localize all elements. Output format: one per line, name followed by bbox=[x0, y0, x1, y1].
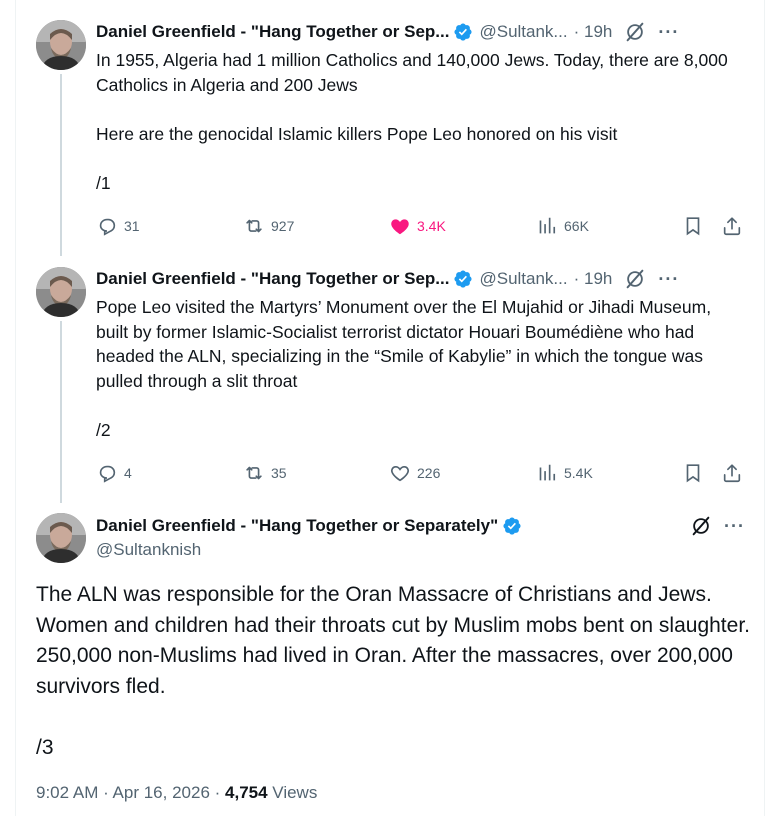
share-icon bbox=[723, 464, 741, 483]
repost-count: 927 bbox=[271, 218, 295, 234]
bookmark-icon bbox=[686, 217, 700, 236]
author-name[interactable]: Daniel Greenfield - "Hang Together or Se… bbox=[96, 22, 449, 42]
grok-icon[interactable] bbox=[624, 268, 646, 290]
heart-icon bbox=[391, 219, 409, 235]
tweet-timestamp[interactable]: 9:02 AM · Apr 16, 2026 · bbox=[36, 783, 225, 802]
avatar[interactable] bbox=[36, 267, 86, 317]
tweet-text: Pope Leo visited the Martyrs’ Monument o… bbox=[96, 297, 712, 440]
grok-icon[interactable] bbox=[624, 21, 646, 43]
tweet-time[interactable]: · 19h bbox=[574, 22, 613, 42]
views-button[interactable]: 5.4K bbox=[536, 461, 593, 485]
tweet-time[interactable]: · 19h bbox=[574, 269, 613, 289]
views-label: Views bbox=[267, 783, 318, 802]
reply-button[interactable]: 31 bbox=[96, 214, 140, 238]
thread-line-2 bbox=[60, 321, 62, 503]
more-icon[interactable]: ··· bbox=[658, 269, 679, 290]
tweet-actions: 4 35 226 5.4K bbox=[96, 461, 746, 485]
analytics-icon bbox=[539, 217, 556, 234]
main-tweet-header: Daniel Greenfield - "Hang Together or Se… bbox=[96, 514, 746, 538]
reply-count: 4 bbox=[124, 465, 132, 481]
views-count: 66K bbox=[564, 218, 589, 234]
author-handle[interactable]: @Sultank... bbox=[479, 269, 567, 289]
bookmark-icon bbox=[686, 464, 700, 483]
author-handle[interactable]: @Sultank... bbox=[479, 22, 567, 42]
verified-badge-icon[interactable] bbox=[453, 269, 473, 289]
more-icon[interactable]: ··· bbox=[658, 22, 679, 43]
verified-badge-icon[interactable] bbox=[502, 516, 522, 536]
thread-line-1 bbox=[60, 74, 62, 256]
share-icon bbox=[723, 217, 741, 236]
like-button[interactable]: 226 bbox=[389, 461, 440, 485]
heart-icon bbox=[391, 466, 409, 482]
like-count: 3.4K bbox=[417, 218, 446, 234]
bookmark-button[interactable] bbox=[682, 461, 710, 485]
tweet-header: Daniel Greenfield - "Hang Together or Se… bbox=[96, 267, 745, 291]
bookmark-button[interactable] bbox=[682, 214, 710, 238]
reply-icon bbox=[99, 465, 116, 483]
verified-badge-icon[interactable] bbox=[453, 22, 473, 42]
main-tweet-text: The ALN was responsible for the Oran Mas… bbox=[36, 583, 750, 759]
tweet-text: In 1955, Algeria had 1 million Catholics… bbox=[96, 50, 728, 193]
like-count: 226 bbox=[417, 465, 441, 481]
more-icon[interactable]: ··· bbox=[724, 516, 745, 537]
share-button[interactable] bbox=[721, 214, 749, 238]
tweet-header: Daniel Greenfield - "Hang Together or Se… bbox=[96, 20, 745, 44]
repost-button[interactable]: 35 bbox=[243, 461, 287, 485]
like-button[interactable]: 3.4K bbox=[389, 214, 446, 238]
tweet-meta: 9:02 AM · Apr 16, 2026 · 4,754 Views bbox=[36, 783, 317, 803]
views-count: 5.4K bbox=[564, 465, 593, 481]
reply-count: 31 bbox=[124, 218, 140, 234]
avatar[interactable] bbox=[36, 513, 86, 563]
repost-button[interactable]: 927 bbox=[243, 214, 294, 238]
views-button[interactable]: 66K bbox=[536, 214, 589, 238]
author-name[interactable]: Daniel Greenfield - "Hang Together or Se… bbox=[96, 269, 449, 289]
repost-count: 35 bbox=[271, 465, 287, 481]
reply-button[interactable]: 4 bbox=[96, 461, 132, 485]
tweet-actions: 31 927 3.4K 66K bbox=[96, 214, 746, 238]
author-handle[interactable]: @Sultanknish bbox=[96, 540, 201, 560]
author-name[interactable]: Daniel Greenfield - "Hang Together or Se… bbox=[96, 516, 498, 536]
analytics-icon bbox=[539, 464, 556, 481]
repost-icon bbox=[246, 466, 262, 480]
reply-icon bbox=[99, 218, 116, 236]
views-total: 4,754 bbox=[225, 783, 268, 802]
grok-icon[interactable] bbox=[690, 515, 712, 537]
repost-icon bbox=[246, 219, 262, 233]
avatar[interactable] bbox=[36, 20, 86, 70]
main-tweet-controls: ··· bbox=[690, 515, 745, 537]
share-button[interactable] bbox=[721, 461, 749, 485]
